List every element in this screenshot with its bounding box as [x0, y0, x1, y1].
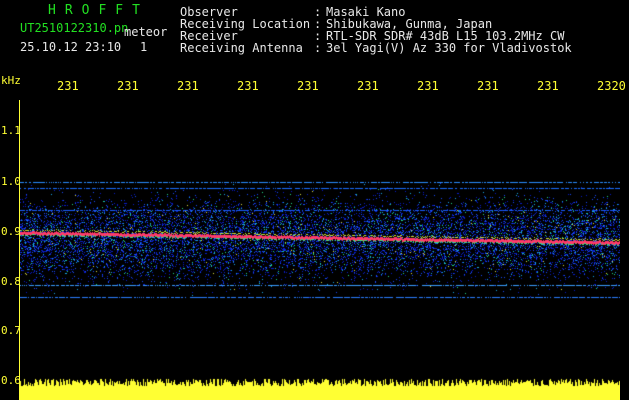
time-label: 231	[357, 79, 379, 93]
meteor-label: meteor	[124, 25, 168, 39]
freq-label: 0.8	[1, 275, 21, 288]
hrofft-logo: HROFFT	[48, 3, 149, 18]
time-label: 231	[297, 79, 319, 93]
antenna-value: 3el Yagi(V) Az 330 for Vladivostok	[326, 41, 572, 55]
time-label: 231	[417, 79, 439, 93]
freq-label: 0.6	[1, 374, 21, 387]
antenna-colon: :	[314, 41, 322, 55]
time-label: 2320	[597, 79, 626, 93]
datetime-label: 25.10.12 23:10	[20, 40, 122, 54]
time-label: 231	[477, 79, 499, 93]
filename-label: UT2510122310.pn	[20, 21, 129, 35]
time-label: 231	[177, 79, 199, 93]
time-label: 231	[237, 79, 259, 93]
page-indicator: 1	[140, 40, 148, 54]
time-label: 231	[57, 79, 79, 93]
time-label: 231	[117, 79, 139, 93]
freq-label: 1.0	[1, 175, 21, 188]
freq-label: 0.9	[1, 225, 21, 238]
time-label: 231	[537, 79, 559, 93]
antenna-label: Receiving Antenna	[180, 41, 303, 55]
freq-unit-label: kHz	[1, 74, 21, 87]
spectrogram-canvas	[20, 100, 620, 370]
freq-label: 0.7	[1, 324, 21, 337]
freq-label: 1.1	[1, 124, 21, 137]
signal-level-bar	[20, 370, 620, 400]
